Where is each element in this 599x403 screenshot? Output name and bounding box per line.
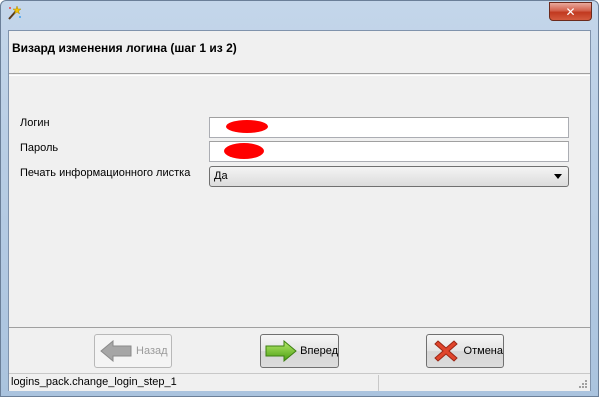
login-input[interactable] — [209, 117, 569, 138]
wizard-title: Визард изменения логина (шаг 1 из 2) — [12, 41, 237, 55]
next-arrow-icon — [265, 338, 297, 364]
password-redaction — [224, 143, 264, 159]
status-bar: logins_pack.change_login_step_1 — [9, 373, 590, 391]
wizard-window: ✕ Визард изменения логина (шаг 1 из 2) Л… — [0, 0, 599, 397]
close-icon: ✕ — [565, 4, 576, 19]
title-bar[interactable]: ✕ — [1, 1, 598, 29]
cancel-button[interactable]: Отмена — [426, 334, 504, 368]
login-redaction — [226, 120, 268, 133]
login-label: Логин — [20, 117, 50, 129]
back-button[interactable]: Назад — [94, 334, 172, 368]
close-button[interactable]: ✕ — [549, 2, 592, 21]
back-button-label: Назад — [136, 345, 168, 357]
print-info-sheet-value: Да — [214, 170, 228, 182]
next-button[interactable]: Вперед — [260, 334, 339, 368]
resize-grip-icon[interactable] — [578, 379, 588, 389]
password-label: Пароль — [20, 142, 59, 154]
cancel-button-label: Отмена — [463, 345, 503, 357]
status-separator — [378, 375, 379, 391]
password-input[interactable] — [209, 141, 569, 162]
wizard-header: Визард изменения логина (шаг 1 из 2) — [9, 31, 590, 74]
wizard-button-bar: Назад Вперед Отмена — [9, 327, 590, 373]
next-button-label: Вперед — [300, 345, 338, 357]
back-arrow-icon — [99, 338, 133, 364]
magic-wand-icon — [8, 5, 22, 20]
status-text: logins_pack.change_login_step_1 — [11, 376, 177, 388]
chevron-down-icon — [554, 174, 562, 179]
login-form: Логин Пароль Печать информационного лист… — [9, 75, 590, 327]
print-info-sheet-label: Печать информационного листка — [20, 167, 191, 179]
dialog-client-area: Визард изменения логина (шаг 1 из 2) Лог… — [8, 30, 591, 391]
print-info-sheet-select[interactable]: Да — [209, 166, 569, 187]
cancel-x-icon — [431, 338, 461, 364]
desktop-background — [0, 397, 599, 403]
